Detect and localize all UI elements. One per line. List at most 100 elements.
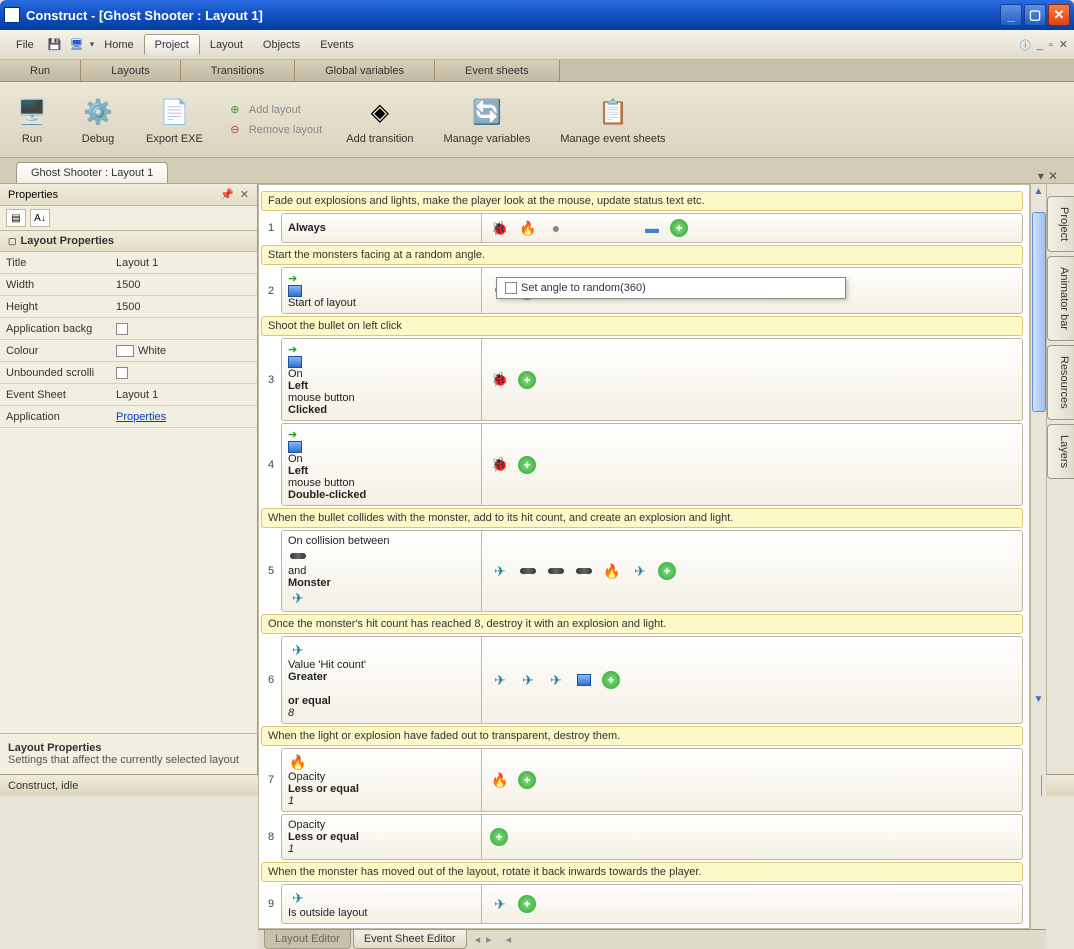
side-tab-animator-bar[interactable]: Animator bar xyxy=(1047,256,1074,341)
property-row[interactable]: Height1500 xyxy=(0,296,257,318)
sort-button[interactable]: A↓ xyxy=(30,209,50,227)
monitor-icon[interactable]: 🖥 xyxy=(69,38,85,52)
ribbon-debug[interactable]: ⚙️ Debug xyxy=(74,93,122,147)
menu-file[interactable]: File xyxy=(6,35,44,55)
menu-events[interactable]: Events xyxy=(310,35,364,55)
ribbon-run[interactable]: 🖥️ Run xyxy=(8,93,56,147)
nav-next-icon[interactable]: ▸ xyxy=(486,933,492,946)
condition-column[interactable]: ✈ Is outside layout xyxy=(282,885,482,923)
info-icon[interactable]: ⓘ xyxy=(1020,37,1031,53)
event-row[interactable]: 4➔ On Left mouse buttonDouble-clicked🐞+ xyxy=(261,423,1023,506)
property-value[interactable] xyxy=(110,323,257,335)
add-action-button[interactable]: + xyxy=(670,219,688,237)
tab-run[interactable]: Run xyxy=(0,60,81,81)
property-value[interactable]: Layout 1 xyxy=(110,257,257,269)
panel-close-icon[interactable]: ✕ xyxy=(240,188,249,201)
add-action-button[interactable]: + xyxy=(658,562,676,580)
condition-column[interactable]: On collision between andMonster ✈ xyxy=(282,531,482,611)
action-column[interactable]: 🐞+ xyxy=(482,424,1022,505)
property-row[interactable]: ApplicationProperties xyxy=(0,406,257,428)
save-icon[interactable]: 💾 xyxy=(47,38,63,52)
tab-layout-editor[interactable]: Layout Editor xyxy=(264,930,351,949)
event-row[interactable]: 3➔ On Left mouse buttonClicked🐞+ xyxy=(261,338,1023,421)
doctab-close-icon[interactable]: ✕ xyxy=(1048,169,1058,183)
property-row[interactable]: Width1500 xyxy=(0,274,257,296)
menu-home[interactable]: Home xyxy=(94,35,143,55)
condition-column[interactable]: Opacity Less or equal 1 xyxy=(282,815,482,859)
action-column[interactable]: ✈🔥✈+ xyxy=(482,531,1022,611)
condition-column[interactable]: 🔥 Opacity Less or equal 1 xyxy=(282,749,482,811)
add-action-button[interactable]: + xyxy=(518,371,536,389)
tab-global-vars[interactable]: Global variables xyxy=(295,60,435,81)
document-tab[interactable]: Ghost Shooter : Layout 1 xyxy=(16,162,168,183)
condition-column[interactable]: ➔ On Left mouse buttonClicked xyxy=(282,339,482,420)
property-value[interactable]: 1500 xyxy=(110,279,257,291)
event-row[interactable]: 7🔥 Opacity Less or equal 1🔥+ xyxy=(261,748,1023,812)
scroll-thumb[interactable] xyxy=(1032,212,1046,412)
property-value[interactable]: Layout 1 xyxy=(110,389,257,401)
add-action-button[interactable]: + xyxy=(518,456,536,474)
condition-column[interactable]: Always xyxy=(282,214,482,242)
ribbon-remove-layout[interactable]: ⊖ Remove layout xyxy=(227,122,322,138)
nav-prev-icon[interactable]: ◂ xyxy=(475,933,481,946)
manage-vars-label: Manage variables xyxy=(444,133,531,145)
event-row[interactable]: 6✈ Value 'Hit count' Greateror equal 8✈✈… xyxy=(261,636,1023,724)
property-row[interactable]: Application backg xyxy=(0,318,257,340)
action-column[interactable]: 🐞+ xyxy=(482,339,1022,420)
property-row[interactable]: ColourWhite xyxy=(0,340,257,362)
add-action-button[interactable]: + xyxy=(518,771,536,789)
property-row[interactable]: Event SheetLayout 1 xyxy=(0,384,257,406)
action-column[interactable]: ✈✈✈+ xyxy=(482,637,1022,723)
categorize-button[interactable]: ▤ xyxy=(6,209,26,227)
action-column[interactable]: 🔥+ xyxy=(482,749,1022,811)
ribbon-manage-sheets[interactable]: 📋 Manage event sheets xyxy=(554,93,671,147)
action-column[interactable]: 🐞🔥●▬+ xyxy=(482,214,1022,242)
minimize-button[interactable]: _ xyxy=(1000,4,1022,26)
add-action-button[interactable]: + xyxy=(602,671,620,689)
properties-section-header[interactable]: Layout Properties xyxy=(0,231,257,252)
inner-close-icon[interactable]: ✕ xyxy=(1059,38,1068,51)
tab-transitions[interactable]: Transitions xyxy=(181,60,295,81)
pin-icon[interactable]: 📌 xyxy=(220,188,234,201)
add-action-button[interactable]: + xyxy=(518,895,536,913)
property-value[interactable]: White xyxy=(110,345,257,357)
maximize-button[interactable]: ▢ xyxy=(1024,4,1046,26)
property-value[interactable]: Properties xyxy=(110,411,257,423)
property-row[interactable]: TitleLayout 1 xyxy=(0,252,257,274)
add-action-button[interactable]: + xyxy=(490,828,508,846)
doctab-dropdown-icon[interactable]: ▾ xyxy=(1038,169,1044,183)
scrollbar-vertical[interactable]: ▲ ▼ xyxy=(1030,184,1046,929)
menu-objects[interactable]: Objects xyxy=(253,35,310,55)
scroll-up-icon[interactable]: ▲ xyxy=(1031,184,1046,198)
action-column[interactable]: ✈+ xyxy=(482,885,1022,923)
event-row[interactable]: 9✈ Is outside layout✈+ xyxy=(261,884,1023,924)
event-row[interactable]: 8Opacity Less or equal 1+ xyxy=(261,814,1023,860)
condition-column[interactable]: ➔ On Left mouse buttonDouble-clicked xyxy=(282,424,482,505)
action-column[interactable]: + xyxy=(482,815,1022,859)
tab-event-sheets[interactable]: Event sheets xyxy=(435,60,560,81)
event-row[interactable]: 5On collision between andMonster ✈✈🔥✈+ xyxy=(261,530,1023,612)
close-button[interactable]: ✕ xyxy=(1048,4,1070,26)
event-list[interactable]: Fade out explosions and lights, make the… xyxy=(258,184,1030,929)
side-tab-project[interactable]: Project xyxy=(1047,196,1074,252)
ribbon-add-transition[interactable]: ◈ Add transition xyxy=(340,93,419,147)
tab-event-sheet-editor[interactable]: Event Sheet Editor xyxy=(353,930,467,949)
nav-scroll-left-icon[interactable]: ◂ xyxy=(506,933,512,946)
condition-column[interactable]: ➔ Start of layout xyxy=(282,268,482,313)
inner-minimize-icon[interactable]: _ xyxy=(1037,39,1043,51)
ribbon-manage-vars[interactable]: 🔄 Manage variables xyxy=(438,93,537,147)
property-row[interactable]: Unbounded scrolli xyxy=(0,362,257,384)
scroll-down-icon[interactable]: ▼ xyxy=(1031,692,1046,706)
property-value[interactable]: 1500 xyxy=(110,301,257,313)
menu-layout[interactable]: Layout xyxy=(200,35,253,55)
side-tab-layers[interactable]: Layers xyxy=(1047,424,1074,479)
menu-project[interactable]: Project xyxy=(144,34,200,56)
ribbon-export-exe[interactable]: 📄 Export EXE xyxy=(140,93,209,147)
event-row[interactable]: 1Always🐞🔥●▬+ xyxy=(261,213,1023,243)
inner-restore-icon[interactable]: ▫ xyxy=(1049,39,1053,51)
side-tab-resources[interactable]: Resources xyxy=(1047,345,1074,420)
ribbon-add-layout[interactable]: ⊕ Add layout xyxy=(227,102,322,118)
condition-column[interactable]: ✈ Value 'Hit count' Greateror equal 8 xyxy=(282,637,482,723)
property-value[interactable] xyxy=(110,367,257,379)
tab-layouts[interactable]: Layouts xyxy=(81,60,181,81)
